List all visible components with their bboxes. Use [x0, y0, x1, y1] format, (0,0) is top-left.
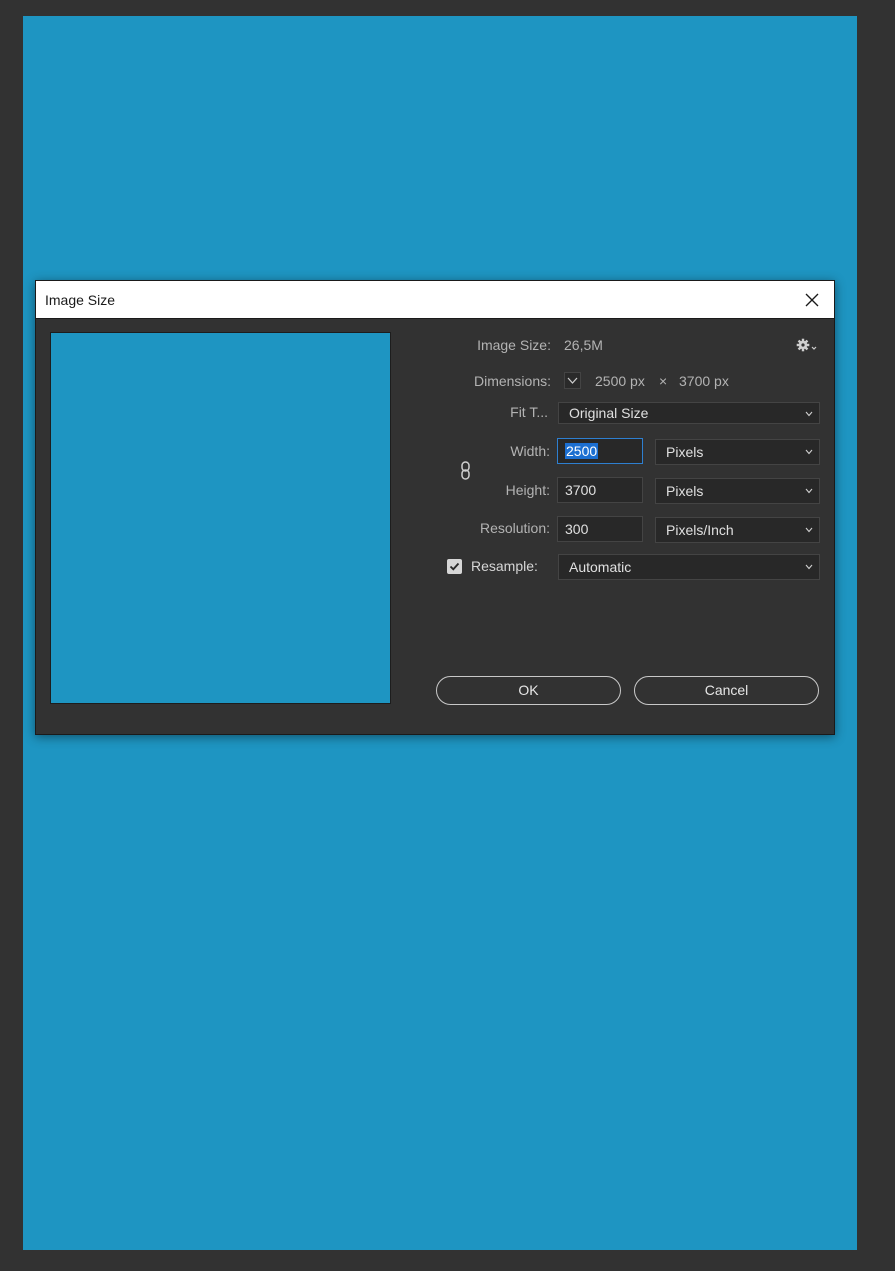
- fit-to-label: Fit T...: [510, 404, 548, 420]
- height-label: Height:: [505, 482, 550, 498]
- width-input[interactable]: 2500: [557, 438, 643, 464]
- image-size-dialog: Image Size Image Size: 26,5M Dimensions:…: [35, 280, 835, 735]
- chevron-down-icon: [567, 377, 578, 384]
- resolution-input[interactable]: 300: [557, 516, 643, 542]
- dimensions-width-value: 2500 px: [595, 373, 645, 389]
- dimensions-separator: ×: [659, 373, 668, 389]
- gear-icon: [796, 338, 817, 352]
- chevron-down-icon: [805, 527, 813, 533]
- dialog-title: Image Size: [45, 292, 116, 308]
- width-label: Width:: [510, 443, 550, 459]
- chevron-down-icon: [805, 449, 813, 455]
- image-size-label: Image Size:: [477, 337, 551, 353]
- resample-checkbox[interactable]: [447, 559, 462, 574]
- width-unit-dropdown[interactable]: Pixels: [655, 439, 820, 465]
- image-preview[interactable]: [50, 332, 391, 704]
- resample-method-value: Automatic: [569, 559, 632, 575]
- chevron-down-icon: [805, 564, 813, 570]
- ok-button[interactable]: OK: [436, 676, 621, 705]
- fit-to-dropdown[interactable]: Original Size: [558, 402, 820, 424]
- resolution-value: 300: [565, 521, 589, 537]
- close-button[interactable]: [790, 281, 834, 318]
- cancel-button[interactable]: Cancel: [634, 676, 819, 705]
- resolution-unit-dropdown[interactable]: Pixels/Inch: [655, 517, 820, 543]
- settings-menu-button[interactable]: [796, 337, 820, 353]
- height-value: 3700: [565, 482, 597, 498]
- image-size-value: 26,5M: [564, 337, 603, 353]
- fit-to-value: Original Size: [569, 405, 649, 421]
- height-unit-value: Pixels: [666, 483, 704, 499]
- resample-label: Resample:: [471, 558, 538, 574]
- resolution-unit-value: Pixels/Inch: [666, 522, 734, 538]
- constrain-proportions-link[interactable]: [459, 460, 473, 482]
- resolution-label: Resolution:: [479, 520, 550, 536]
- dialog-titlebar[interactable]: Image Size: [36, 281, 834, 319]
- chevron-down-icon: [805, 411, 813, 417]
- close-icon: [805, 293, 819, 306]
- workspace: Image Size Image Size: 26,5M Dimensions:…: [0, 0, 895, 1271]
- link-chain-icon: [461, 461, 470, 480]
- width-unit-value: Pixels: [666, 444, 704, 460]
- checkmark-icon: [449, 562, 460, 571]
- resample-method-dropdown[interactable]: Automatic: [558, 554, 820, 580]
- width-value: 2500: [565, 443, 599, 459]
- dimensions-unit-toggle[interactable]: [564, 372, 581, 389]
- height-unit-dropdown[interactable]: Pixels: [655, 478, 820, 504]
- dimensions-height-value: 3700 px: [679, 373, 729, 389]
- chevron-down-icon: [805, 488, 813, 494]
- dimensions-label: Dimensions:: [473, 373, 551, 389]
- height-input[interactable]: 3700: [557, 477, 643, 503]
